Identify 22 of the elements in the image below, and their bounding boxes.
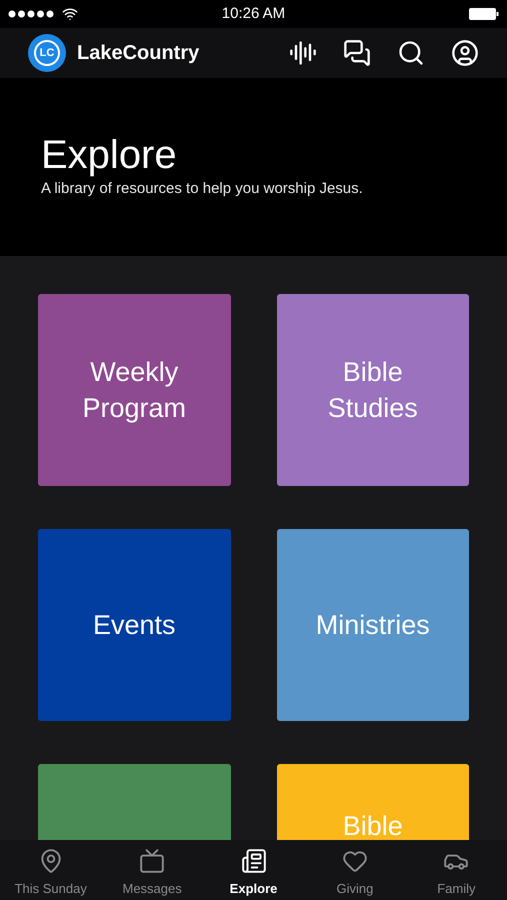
- wifi-icon: [62, 6, 78, 22]
- page-title: Explore: [41, 132, 178, 178]
- app-title: LakeCountry: [77, 41, 200, 66]
- chat-icon[interactable]: [343, 39, 371, 67]
- profile-icon[interactable]: [451, 39, 479, 67]
- tab-item[interactable]: This Sunday: [0, 840, 102, 900]
- page-subtitle: A library of resources to help you worship Jesus.: [41, 179, 364, 199]
- document-icon: [240, 848, 267, 874]
- category-tile[interactable]: Bible Studies: [276, 294, 469, 486]
- battery-icon: [468, 8, 499, 20]
- audio-bars-icon[interactable]: [289, 39, 317, 67]
- category-tile[interactable]: Weekly Program: [38, 294, 230, 486]
- tab-item[interactable]: Explore: [202, 840, 304, 900]
- tab-item[interactable]: Messages: [101, 840, 203, 900]
- search-icon[interactable]: [397, 39, 425, 67]
- tab-item[interactable]: Family: [406, 840, 507, 900]
- tv-icon: [139, 848, 166, 874]
- status-time: 10:26 AM: [222, 4, 286, 24]
- category-tile[interactable]: Events: [38, 529, 230, 721]
- logo-text: LC: [34, 40, 60, 66]
- tab-item[interactable]: Giving: [304, 840, 406, 900]
- category-tile[interactable]: Ministries: [276, 529, 469, 721]
